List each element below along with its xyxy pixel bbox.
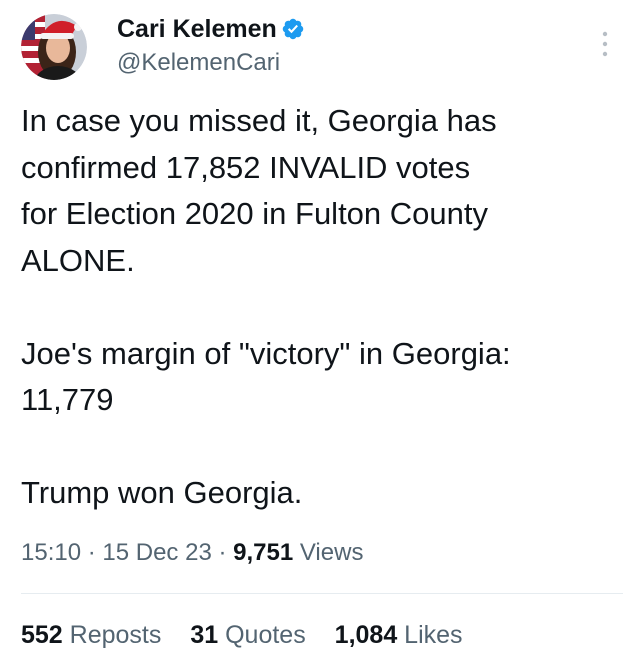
views-count: 9,751: [233, 539, 294, 566]
views-label: Views: [293, 539, 364, 566]
tweet-time[interactable]: 15:10: [21, 539, 81, 566]
more-options-icon: [602, 31, 608, 57]
tweet-paragraph: In case you missed it, Georgia has confi…: [21, 103, 497, 278]
author-name-row[interactable]: Cari Kelemen: [117, 14, 305, 44]
likes-count: 1,084: [334, 621, 398, 649]
tweet-paragraph: Trump won Georgia.: [21, 475, 303, 510]
tweet-card: Cari Kelemen @KelemenCari In case you mi…: [0, 0, 643, 669]
divider: [21, 593, 623, 594]
reposts-label: Reposts: [62, 621, 162, 649]
reposts-stat[interactable]: 552 Reposts: [21, 618, 161, 652]
quotes-stat[interactable]: 31 Quotes: [190, 618, 305, 652]
meta-separator: ·: [211, 539, 234, 566]
avatar[interactable]: [21, 14, 87, 80]
tweet-date[interactable]: 15 Dec 23: [102, 539, 211, 566]
likes-stat[interactable]: 1,084 Likes: [335, 618, 463, 652]
quotes-count: 31: [190, 621, 219, 649]
tweet-paragraph: Joe's margin of "victory" in Georgia: 11…: [21, 335, 511, 418]
author-name[interactable]: Cari Kelemen: [117, 15, 277, 43]
tweet-meta: 15:10 · 15 Dec 23 · 9,751 Views: [21, 536, 363, 570]
author-handle[interactable]: @KelemenCari: [117, 48, 280, 78]
reposts-count: 552: [21, 621, 63, 649]
tweet-text: In case you missed it, Georgia has confi…: [21, 98, 626, 517]
quotes-label: Quotes: [218, 621, 306, 649]
avatar-image: [21, 14, 87, 80]
likes-label: Likes: [397, 621, 463, 649]
engagement-stats: 552 Reposts 31 Quotes 1,084 Likes: [21, 618, 485, 652]
verified-badge-icon: [282, 18, 304, 40]
meta-separator: ·: [81, 539, 103, 566]
more-options-button[interactable]: [596, 28, 614, 60]
